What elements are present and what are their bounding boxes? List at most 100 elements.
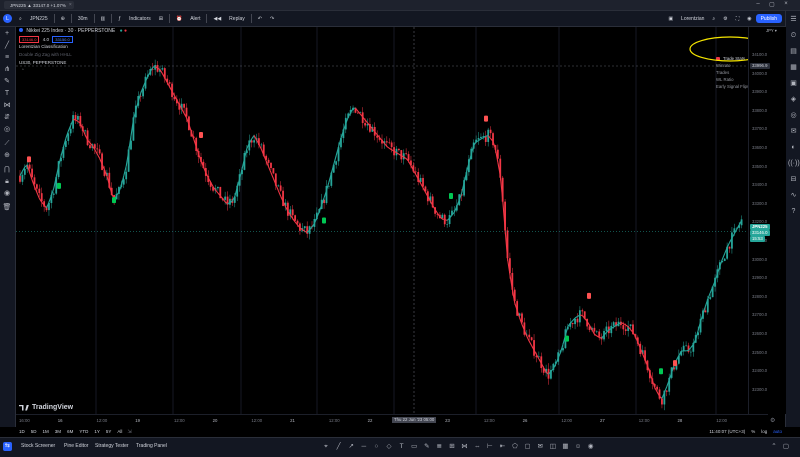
range-button[interactable]: 1Y [91, 429, 103, 434]
grid-icon[interactable]: ▦ [561, 443, 569, 451]
arrow-icon[interactable]: ⇤ [498, 443, 506, 451]
lock-icon[interactable]: 🔒︎ [2, 177, 12, 187]
range-button[interactable]: 5Y [103, 429, 115, 434]
maximize-panel-icon[interactable]: ▢ [782, 443, 790, 451]
measure-tool-icon[interactable]: ⊢ [486, 443, 494, 451]
price-chart[interactable] [16, 27, 748, 414]
user-avatar[interactable]: L [3, 14, 12, 23]
text-icon[interactable]: T [2, 89, 12, 99]
range-button[interactable]: All [114, 429, 125, 434]
hotlist-icon[interactable]: ▦ [788, 63, 799, 73]
tab-pine-editor[interactable]: Pine Editor [64, 443, 88, 449]
callout-icon[interactable]: ◫ [549, 443, 557, 451]
close-window-icon[interactable]: × [780, 1, 792, 7]
box-icon[interactable]: ▢ [524, 443, 532, 451]
tab-trading-panel[interactable]: Trading Panel [136, 443, 167, 449]
layers-icon[interactable]: ⊟ [788, 175, 799, 185]
currency-label[interactable]: JPY ▾ [766, 28, 777, 33]
log-scale-toggle[interactable]: log [758, 429, 770, 434]
buy-price-chip[interactable]: 33150.0 [52, 36, 72, 43]
trend-icon[interactable]: ╱ [335, 443, 343, 451]
gann-icon[interactable]: ⊞ [448, 443, 456, 451]
pitchfork-icon[interactable]: ⋔ [2, 65, 12, 75]
magnet-icon[interactable]: ⋂ [2, 165, 12, 175]
trash-icon[interactable]: 🗑︎ [2, 203, 12, 213]
maximize-icon[interactable]: ▢ [766, 1, 778, 8]
collapse-panel-icon[interactable]: ⌃ [770, 443, 778, 451]
rect-icon[interactable]: ▭ [410, 443, 418, 451]
quick-search-icon[interactable]: ⌕ [708, 13, 719, 24]
range-button[interactable]: 3M [52, 429, 64, 434]
pulse-icon[interactable]: ∿ [788, 191, 799, 201]
chart-legend-title[interactable]: Nikkei 225 Index · 30 · PEPPERSTONE ● ● [19, 28, 127, 34]
icon-tool-icon[interactable]: ☺ [574, 443, 582, 451]
range-button[interactable]: YTD [76, 429, 91, 434]
streams-icon[interactable]: ◎ [788, 111, 799, 121]
publish-button[interactable]: Publish [756, 14, 782, 23]
range-button[interactable]: 1M [40, 429, 52, 434]
chart-pane[interactable]: Nikkei 225 Index · 30 · PEPPERSTONE ● ● … [16, 27, 768, 414]
percent-scale-toggle[interactable]: % [748, 429, 758, 434]
auto-scale-toggle[interactable]: auto [770, 429, 785, 434]
interval-selector[interactable]: 30m [74, 13, 92, 24]
layout-icon[interactable]: ▣ [664, 13, 677, 24]
signal-icon[interactable]: ((·)) [788, 159, 799, 169]
shapes-icon[interactable]: ◎ [2, 125, 12, 135]
camera-icon[interactable]: ◉ [743, 13, 755, 24]
alert-icon[interactable]: ⏰ [172, 13, 186, 24]
note-icon[interactable]: ✉ [536, 443, 544, 451]
templates-icon[interactable]: ⊞ [155, 13, 167, 24]
minimize-icon[interactable]: – [752, 1, 764, 7]
range-icon[interactable]: ⇔ [473, 443, 481, 451]
axis-settings-icon[interactable]: ⚙ [770, 417, 775, 424]
help-icon[interactable]: ? [788, 207, 799, 217]
clock-label[interactable]: 11:40:07 (UTC+3) [706, 429, 748, 434]
tab-strategy-tester[interactable]: Strategy Tester [95, 443, 129, 449]
ray-icon[interactable]: ↗ [347, 443, 355, 451]
add-symbol-icon[interactable]: ⊕ [57, 13, 69, 24]
settings-icon[interactable]: ⚙ [719, 13, 731, 24]
data-window-icon[interactable]: ▤ [788, 47, 799, 57]
indicator-legend-2[interactable]: Double Zig Zag with HHLL [19, 52, 72, 57]
replay-button[interactable]: Replay [225, 13, 249, 24]
search-icon[interactable]: ⌕ [15, 13, 26, 24]
goto-date-icon[interactable]: ⇲ [127, 429, 131, 435]
alert-button[interactable]: Alert [186, 13, 204, 24]
diamond-icon[interactable]: ◇ [385, 443, 393, 451]
layout-name[interactable]: Lorentzian [677, 13, 708, 24]
notifications-icon[interactable]: ◐ [788, 143, 799, 153]
pattern-tool-icon[interactable]: ⋈ [461, 443, 469, 451]
eye-icon[interactable]: ◉ [2, 189, 12, 199]
text-tool-icon[interactable]: T [398, 443, 406, 451]
sell-price-chip[interactable]: 33146.0 [19, 36, 39, 43]
brush-tool-icon[interactable]: ✎ [423, 443, 431, 451]
collapse-legend-icon[interactable]: ⌃ [21, 68, 25, 74]
alerts-clock-icon[interactable]: ⏲ [788, 31, 799, 41]
cursor-icon[interactable]: ⌖ [322, 443, 330, 451]
range-button[interactable]: 5D [28, 429, 40, 434]
replay-icon[interactable]: ◀◀ [209, 13, 225, 24]
tab-stock-screener[interactable]: Stock Screener [21, 443, 55, 449]
indicators-icon[interactable]: ƒ [114, 13, 125, 24]
position-icon[interactable]: ⇵ [2, 113, 12, 123]
fullscreen-icon[interactable]: ⛶ [732, 13, 744, 24]
ideas-icon[interactable]: ◈ [788, 95, 799, 105]
measure-icon[interactable]: ⟋ [2, 139, 12, 149]
chat-icon[interactable]: ✉ [788, 127, 799, 137]
fib-icon[interactable]: ≣ [435, 443, 443, 451]
crosshair-icon[interactable]: + [2, 29, 12, 39]
indicator-legend-1[interactable]: Lorentzian Classification [19, 44, 68, 49]
pattern-icon[interactable]: ⋈ [2, 101, 12, 111]
panel-toggle-icon[interactable]: ⇆ [3, 442, 12, 451]
indicator-legend-3[interactable]: US30, PEPPERSTONE [19, 60, 66, 65]
candle-style-icon[interactable]: ▥ [97, 13, 110, 24]
brush-icon[interactable]: ✎ [2, 77, 12, 87]
shape-icon[interactable]: ⬠ [511, 443, 519, 451]
browser-tab[interactable]: JPN225 ▲ 33147.0 +1.07% × [4, 1, 74, 9]
range-button[interactable]: 6M [64, 429, 76, 434]
horizontal-lines-icon[interactable]: ≡ [2, 53, 12, 63]
price-axis[interactable]: 34100.034000.033900.033800.033700.033600… [748, 27, 786, 414]
calendar-icon[interactable]: ▣ [788, 79, 799, 89]
zoom-icon[interactable]: ⊕ [2, 151, 12, 161]
undo-icon[interactable]: ↶ [254, 13, 266, 24]
